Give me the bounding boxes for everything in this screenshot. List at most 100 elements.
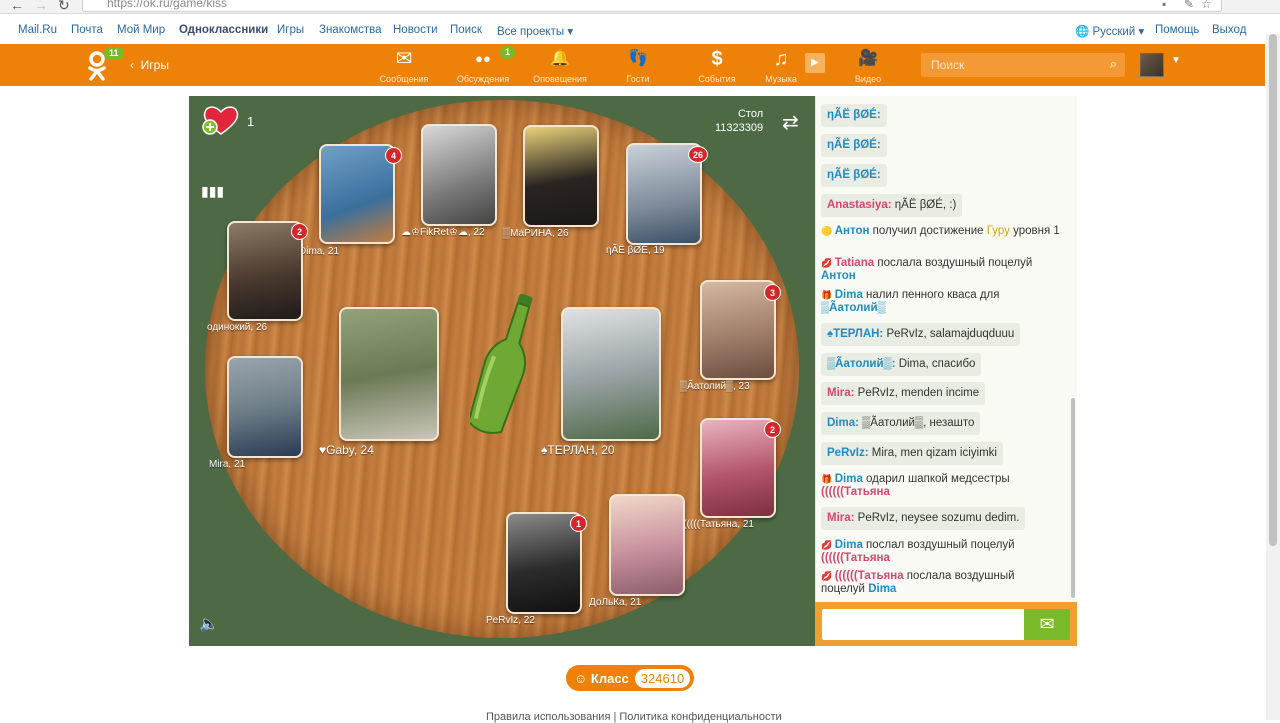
player-name: ηÃЁ βØÉ, 19 (606, 245, 665, 256)
address-bar[interactable]: https://ok.ru/game/kiss (82, 0, 1222, 12)
spinning-bottle-icon[interactable] (470, 290, 540, 440)
search-icon[interactable]: ⌕ (1110, 56, 1117, 72)
chat-event-icon: 🎁 (821, 290, 835, 300)
chat-message: ♠ТЕРЛАН: PeRvIz, salamajduqduuu (821, 323, 1021, 346)
chat-username[interactable]: ηÃЁ βØÉ: (827, 139, 881, 151)
chat-username[interactable]: Dima (868, 583, 896, 595)
send-message-button[interactable]: ✉ (1024, 609, 1070, 640)
player-photo[interactable] (421, 124, 497, 226)
sound-icon[interactable]: 🔈 (199, 614, 219, 634)
link-logout[interactable]: Выход (1212, 24, 1246, 36)
chat-text: получил достижение (869, 225, 987, 237)
nav-messages[interactable]: ✉ Сообщения (369, 48, 439, 84)
link-mailru[interactable]: Mail.Ru (18, 24, 57, 36)
chat-message: ηÃЁ βØÉ: (821, 134, 887, 157)
chat-message: ηÃЁ βØÉ: (821, 104, 887, 127)
player-photo[interactable] (319, 144, 395, 244)
chat-username[interactable]: PeRvIz: (827, 447, 869, 459)
language-select[interactable]: 🌐 Русский ▾ (1075, 24, 1144, 38)
chat-event-icon: 🎁 (821, 474, 835, 484)
chat-username[interactable]: Dima (835, 473, 863, 485)
nav-guests[interactable]: 👣 Гости (603, 48, 673, 84)
search-input[interactable]: Поиск ⌕ (921, 53, 1125, 77)
chat-username[interactable]: ((((((Татьяна (835, 570, 904, 582)
chat-username[interactable]: Anastasiya: (827, 199, 892, 211)
chat-username[interactable]: Гуру (987, 225, 1010, 237)
player-name: ☁♔FikRet♔☁, 22 (401, 227, 485, 238)
chat-username[interactable]: Dima (835, 539, 863, 551)
player-gift-count: 3 (764, 284, 781, 301)
chat-text: ▒Ãатолий▒, незашто (858, 417, 975, 429)
chevron-down-icon[interactable]: ▼ (1171, 55, 1181, 66)
chat-scrollbar[interactable] (1071, 398, 1075, 598)
footer-links[interactable]: Правила использования | Политика конфиде… (486, 711, 782, 723)
link-help[interactable]: Помощь (1155, 24, 1199, 36)
player-photo[interactable] (227, 356, 303, 458)
player-photo[interactable] (609, 494, 685, 596)
chat-event: 💋 Dima послал воздушный поцелуй ((((((Та… (821, 539, 1061, 565)
player-name: ▒Ãатолий▒, 23 (680, 381, 750, 392)
chat-text: послал воздушный поцелуй (862, 539, 1015, 551)
games-breadcrumb[interactable]: ‹ Игры (130, 58, 169, 72)
reload-icon[interactable]: ↻ (58, 0, 70, 14)
link-znakomstva[interactable]: Знакомства (319, 24, 382, 36)
link-pochta[interactable]: Почта (71, 24, 103, 36)
nav-video[interactable]: 🎥 Видео (833, 48, 903, 84)
chat-username[interactable]: ((((((Татьяна (821, 486, 890, 498)
back-arrow-icon[interactable]: ← (10, 0, 24, 13)
star-icon[interactable]: ☆ (1201, 0, 1212, 11)
chat-username[interactable]: ηÃЁ βØÉ: (827, 169, 881, 181)
play-icon[interactable]: ▶ (805, 53, 825, 73)
chat-username[interactable]: ηÃЁ βØÉ: (827, 109, 881, 121)
klass-button[interactable]: ☺ Класс 324610 (566, 665, 695, 691)
player-photo[interactable] (561, 307, 661, 441)
chat-event-icon: 🟡 (821, 226, 835, 236)
chat-username[interactable]: ♠ТЕРЛАН: (827, 328, 883, 340)
chat-username[interactable]: ▒Ãатолий▒: (827, 358, 896, 370)
player-name: ♠ТЕРЛАН, 20 (541, 443, 615, 457)
player-gift-count: 4 (385, 147, 402, 164)
chat-username[interactable]: ((((((Татьяна (821, 552, 890, 564)
player-gift-count: 26 (688, 146, 708, 163)
video-icon: 🎥 (858, 50, 878, 67)
chat-username[interactable]: Mira: (827, 512, 854, 524)
player-name: PeRvIz, 22 (486, 615, 535, 626)
chat-text: Mira, men qizam iciyimki (868, 447, 997, 459)
chat-username[interactable]: Антон (835, 225, 870, 237)
forward-arrow-icon[interactable]: → (34, 0, 48, 13)
chat-text: Dima, спасибо (895, 358, 976, 370)
chat-username[interactable]: Антон (821, 270, 856, 282)
chat-text: налил пенного кваса для (862, 289, 1000, 301)
chat-username[interactable]: Dima: (827, 417, 859, 429)
chat-username[interactable]: Dima (835, 289, 863, 301)
page-scrollbar[interactable] (1266, 34, 1280, 720)
link-odnoklassniki[interactable]: Одноклассники (179, 24, 268, 36)
user-avatar[interactable] (1140, 53, 1164, 77)
chat-message-input[interactable] (822, 609, 1024, 640)
link-novosti[interactable]: Новости (393, 24, 438, 36)
rating-chart-icon[interactable]: ▮▮▮ (201, 183, 224, 200)
player-photo[interactable] (523, 125, 599, 227)
ok-logo-icon: ☺ (574, 670, 588, 686)
page-scrollbar-thumb[interactable] (1269, 34, 1277, 546)
pin-icon[interactable]: ✎ (1184, 0, 1194, 11)
link-vse-proekty[interactable]: Все проекты ▾ (497, 24, 573, 38)
extension-icon[interactable]: ▪ (1162, 0, 1166, 11)
chat-username[interactable]: Tatiana (835, 257, 874, 269)
chat-message: ▒Ãатолий▒: Dima, спасибо (821, 353, 982, 376)
player-photo[interactable] (339, 307, 439, 441)
link-moi-mir[interactable]: Мой Мир (117, 24, 165, 36)
chat-username[interactable]: ▒Ãатолий▒ (821, 302, 886, 314)
chat-username[interactable]: Mira: (827, 387, 854, 399)
heart-icon[interactable] (201, 104, 241, 136)
bell-icon: 🔔 (550, 50, 570, 67)
link-poisk[interactable]: Поиск (450, 24, 482, 36)
discussions-badge: 1 (500, 46, 516, 59)
player-gift-count: 1 (570, 515, 587, 532)
chat-event: 💋 Tatiana послала воздушный поцелуй Анто… (821, 257, 1061, 283)
player-name: Dima, 21 (299, 246, 340, 257)
change-table-icon[interactable]: ⇄ (782, 110, 799, 135)
nav-events[interactable]: $ События (682, 48, 752, 84)
nav-notifications[interactable]: 🔔 Оповещения (525, 48, 595, 84)
link-igry[interactable]: Игры (277, 24, 304, 36)
